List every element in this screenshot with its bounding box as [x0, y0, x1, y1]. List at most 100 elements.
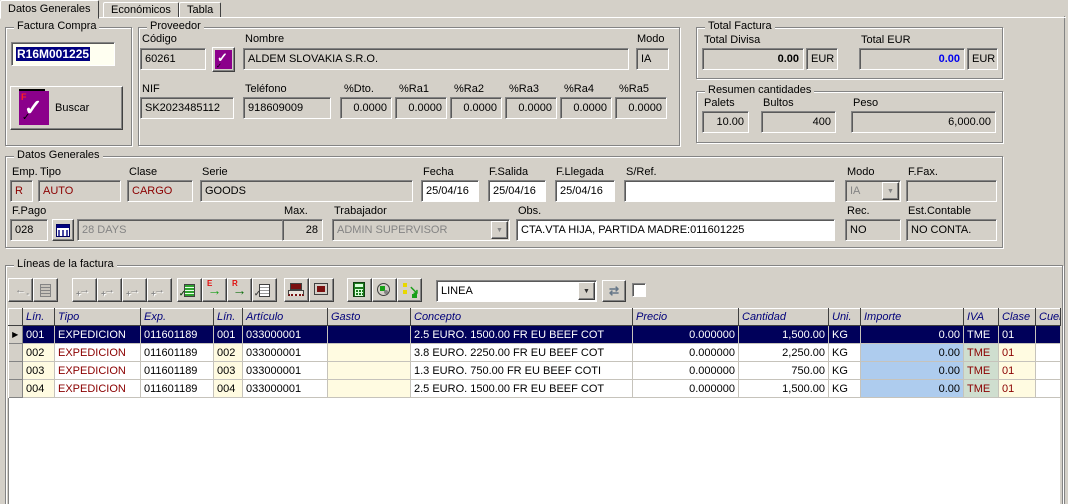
column-header-uni[interactable]: Uni.: [829, 309, 861, 326]
table-cell[interactable]: 0.00: [861, 362, 964, 380]
table-cell[interactable]: 01: [999, 326, 1036, 344]
table-cell[interactable]: 1,500.00: [739, 326, 829, 344]
edit-doc-button[interactable]: ✓: [252, 278, 277, 302]
fllegada-field[interactable]: 25/04/16: [555, 180, 615, 202]
nif-field[interactable]: SK2023485112: [140, 97, 234, 119]
ffax-field[interactable]: [906, 180, 997, 202]
obs-field[interactable]: CTA.VTA HIJA, PARTIDA MADRE:011601225: [516, 219, 835, 241]
pct-field[interactable]: 0.0000: [615, 97, 667, 119]
table-cell[interactable]: KG: [829, 362, 861, 380]
table-cell[interactable]: [328, 362, 411, 380]
trabajador-combo[interactable]: ADMIN SUPERVISOR ▼: [332, 219, 510, 241]
pct-field[interactable]: 0.0000: [560, 97, 612, 119]
buscar-button[interactable]: F ✓ ✓ Buscar: [10, 86, 123, 130]
table-cell[interactable]: 004: [23, 380, 55, 398]
column-header-ln[interactable]: Lín.: [23, 309, 55, 326]
pct-field[interactable]: 0.0000: [395, 97, 447, 119]
table-cell[interactable]: 3.8 EURO. 2250.00 FR EU BEEF COT: [411, 344, 633, 362]
table-cell[interactable]: 01: [999, 380, 1036, 398]
table-cell[interactable]: [328, 380, 411, 398]
chevron-down-icon[interactable]: ▼: [491, 221, 508, 239]
row-selector-cell[interactable]: [9, 362, 23, 380]
table-cell[interactable]: KG: [829, 344, 861, 362]
tab-economicos[interactable]: Económicos: [103, 2, 179, 18]
table-cell[interactable]: TME: [964, 362, 999, 380]
pct-field[interactable]: 0.0000: [340, 97, 392, 119]
table-cell[interactable]: 033000001: [243, 344, 328, 362]
table-cell[interactable]: 0.00: [861, 344, 964, 362]
est-contable-field[interactable]: NO CONTA.: [906, 219, 997, 241]
column-header-gasto[interactable]: Gasto: [328, 309, 411, 326]
column-header-artculo[interactable]: Artículo: [243, 309, 328, 326]
lineas-options-button[interactable]: ⇄: [602, 280, 626, 302]
table-cell[interactable]: 033000001: [243, 380, 328, 398]
fpago-calendar-button[interactable]: [52, 219, 74, 241]
pct-field[interactable]: 0.0000: [450, 97, 502, 119]
lineas-checkbox[interactable]: [632, 283, 646, 297]
table-cell[interactable]: 002: [23, 344, 55, 362]
sref-field[interactable]: [624, 180, 835, 202]
traspaso-e-button[interactable]: →E: [202, 278, 227, 302]
column-header-ln[interactable]: Lín.: [214, 309, 243, 326]
table-cell[interactable]: [1036, 326, 1061, 344]
chevron-down-icon[interactable]: ▼: [882, 182, 899, 200]
table-cell[interactable]: 01: [999, 344, 1036, 362]
table-cell[interactable]: 0.000000: [633, 362, 739, 380]
tab-datos-generales[interactable]: Datos Generales: [0, 0, 99, 19]
fecha-field[interactable]: 25/04/16: [421, 180, 479, 202]
table-cell[interactable]: 011601189: [141, 362, 214, 380]
pct-field[interactable]: 0.0000: [505, 97, 557, 119]
column-header-exp[interactable]: Exp.: [141, 309, 214, 326]
fpago-desc-combo[interactable]: 28 DAYS ▼: [77, 219, 307, 241]
print-button[interactable]: [284, 278, 309, 302]
traspaso-r-button[interactable]: →R: [227, 278, 252, 302]
table-cell[interactable]: EXPEDICION: [55, 362, 141, 380]
table-cell[interactable]: 011601189: [141, 326, 214, 344]
clase-field[interactable]: CARGO: [127, 180, 193, 202]
factura-numero-field[interactable]: R16M001225: [11, 42, 115, 66]
table-cell[interactable]: TME: [964, 326, 999, 344]
table-cell[interactable]: EXPEDICION: [55, 344, 141, 362]
serie-field[interactable]: GOODS: [200, 180, 413, 202]
column-header-concepto[interactable]: Concepto: [411, 309, 633, 326]
table-cell[interactable]: 2.5 EURO. 1500.00 FR EU BEEF COT: [411, 326, 633, 344]
column-header-cantidad[interactable]: Cantidad: [739, 309, 829, 326]
table-cell[interactable]: 1,500.00: [739, 380, 829, 398]
column-header-cuen[interactable]: Cuen: [1036, 309, 1061, 326]
codigo-field[interactable]: 60261: [140, 48, 206, 70]
table-cell[interactable]: 750.00: [739, 362, 829, 380]
table-cell[interactable]: EXPEDICION: [55, 380, 141, 398]
table-cell[interactable]: 0.000000: [633, 326, 739, 344]
column-header-importe[interactable]: Importe: [861, 309, 964, 326]
column-header-precio[interactable]: Precio: [633, 309, 739, 326]
table-cell[interactable]: 0.000000: [633, 344, 739, 362]
table-cell[interactable]: EXPEDICION: [55, 326, 141, 344]
table-cell[interactable]: 0.000000: [633, 380, 739, 398]
distribute-button[interactable]: [372, 278, 397, 302]
table-cell[interactable]: 011601189: [141, 380, 214, 398]
table-cell[interactable]: [1036, 344, 1061, 362]
table-cell[interactable]: 003: [23, 362, 55, 380]
nombre-field[interactable]: ALDEM SLOVAKIA S.R.O.: [243, 48, 629, 70]
table-cell[interactable]: 002: [214, 344, 243, 362]
row-selector-cell[interactable]: [9, 344, 23, 362]
table-cell[interactable]: 0.00: [861, 326, 964, 344]
max-field[interactable]: 28: [282, 219, 323, 241]
table-cell[interactable]: 011601189: [141, 344, 214, 362]
table-cell[interactable]: KG: [829, 326, 861, 344]
table-cell[interactable]: 01: [999, 362, 1036, 380]
column-header-tipo[interactable]: Tipo: [55, 309, 141, 326]
table-cell[interactable]: 2.5 EURO. 1500.00 FR EU BEEF COT: [411, 380, 633, 398]
table-cell[interactable]: 003: [214, 362, 243, 380]
table-cell[interactable]: 2,250.00: [739, 344, 829, 362]
table-cell[interactable]: 033000001: [243, 326, 328, 344]
calculator-button[interactable]: [347, 278, 372, 302]
table-cell[interactable]: [1036, 380, 1061, 398]
table-row[interactable]: 004EXPEDICION0116011890040330000012.5 EU…: [9, 380, 1061, 398]
table-cell[interactable]: KG: [829, 380, 861, 398]
chevron-down-icon[interactable]: ▼: [578, 282, 595, 300]
preview-button[interactable]: [309, 278, 334, 302]
table-cell[interactable]: 0.00: [861, 380, 964, 398]
table-cell[interactable]: 1.3 EURO. 750.00 FR EU BEEF COTI: [411, 362, 633, 380]
fsalida-field[interactable]: 25/04/16: [488, 180, 546, 202]
